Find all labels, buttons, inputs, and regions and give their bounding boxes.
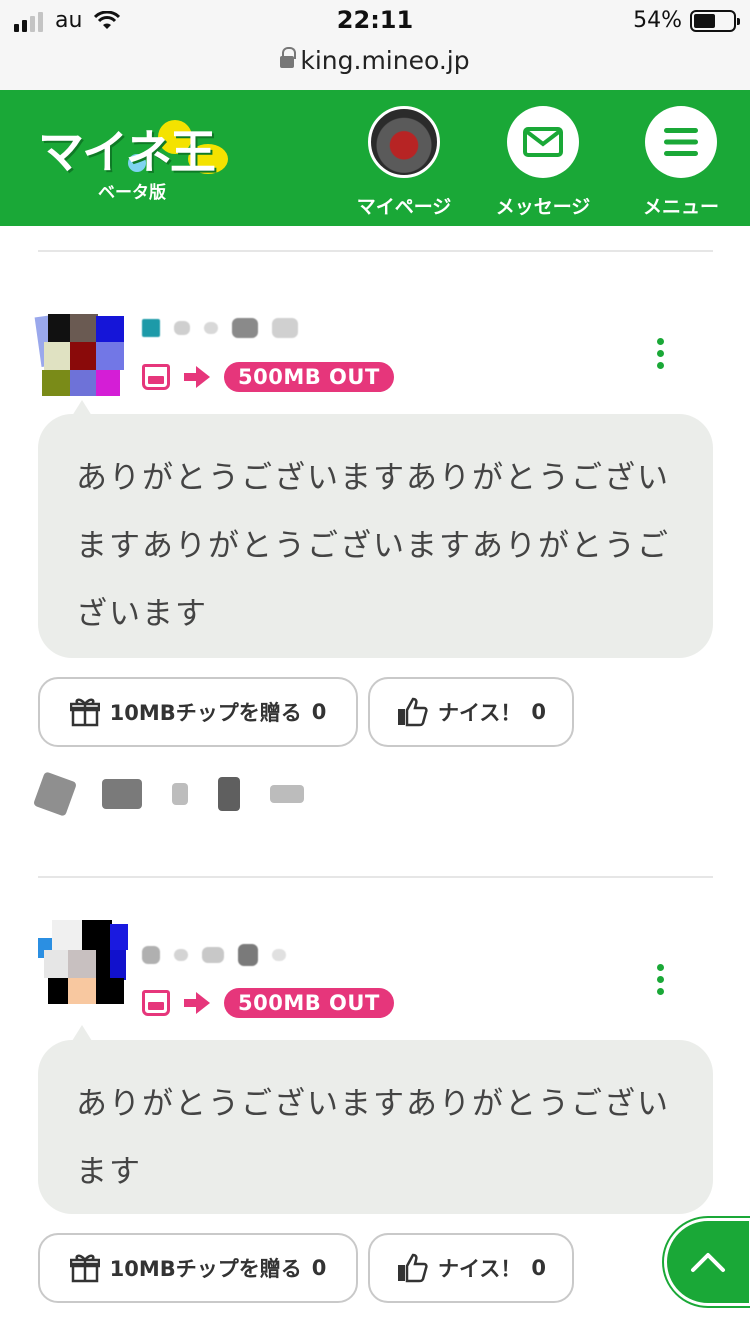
bubble-tail <box>72 1025 92 1041</box>
cup-icon <box>142 990 170 1016</box>
hamburger-icon <box>645 106 717 178</box>
nav-message-label: メッセージ <box>495 196 591 218</box>
nice-label: ナイス！ <box>438 1257 522 1281</box>
nice-count: 0 <box>531 700 546 724</box>
feed-divider <box>38 876 713 878</box>
username-obscured <box>142 318 298 338</box>
gift-row: 500MB OUT <box>142 362 394 392</box>
gift-badge: 500MB OUT <box>224 988 394 1018</box>
nav-menu-label: メニュー <box>642 196 719 218</box>
gift-icon <box>69 1254 100 1283</box>
user-avatar <box>368 106 440 178</box>
tip-count: 0 <box>311 1256 327 1280</box>
arrow-right-icon <box>184 990 210 1016</box>
chevron-up-icon <box>691 1253 725 1272</box>
cup-icon <box>142 364 170 390</box>
message-text: ありがとうございますありがとうございますありがとうございますありがとうございます <box>76 460 670 632</box>
tip-label: 10MBチップを贈る <box>109 701 302 725</box>
envelope-icon <box>507 106 579 178</box>
lock-icon <box>280 47 297 70</box>
status-bar: au 22:11 54% king.mineo.jp <box>0 0 750 90</box>
user-avatar-mosaic[interactable] <box>34 314 130 398</box>
site-header: マイネ王 ベータ版 マイページ メッセージ メニュー <box>0 90 750 226</box>
tip-button[interactable]: 10MBチップを贈る 0 <box>38 677 358 747</box>
more-options-icon[interactable] <box>654 338 666 369</box>
message-text: ありがとうございますありがとうございます <box>76 1086 670 1190</box>
nice-label: ナイス！ <box>438 701 522 725</box>
user-avatar-mosaic[interactable] <box>38 920 130 1004</box>
gift-row: 500MB OUT <box>142 988 394 1018</box>
gift-badge: 500MB OUT <box>224 362 394 392</box>
nice-button[interactable]: ナイス！ 0 <box>368 677 574 747</box>
battery-icon <box>690 9 740 32</box>
nice-users-obscured <box>32 771 304 817</box>
thumbs-up-icon <box>398 1253 428 1283</box>
tip-button[interactable]: 10MBチップを贈る 0 <box>38 1233 358 1303</box>
thumbs-up-icon <box>398 697 428 727</box>
message-bubble: ありがとうございますありがとうございますありがとうございますありがとうございます <box>38 414 713 658</box>
username-obscured <box>142 944 286 966</box>
url-text: king.mineo.jp <box>300 45 470 75</box>
feed-divider <box>38 250 713 252</box>
nav-mypage[interactable]: マイページ <box>349 106 459 219</box>
gift-icon <box>69 698 100 727</box>
nice-count: 0 <box>531 1256 546 1280</box>
logo-text: マイネ王 <box>38 125 216 179</box>
tip-label: 10MBチップを贈る <box>109 1257 302 1281</box>
battery-percent: 54% <box>633 8 682 33</box>
message-bubble: ありがとうございますありがとうございます <box>38 1040 713 1214</box>
url-bar[interactable]: king.mineo.jp <box>0 40 750 80</box>
nice-button[interactable]: ナイス！ 0 <box>368 1233 574 1303</box>
nav-mypage-label: マイページ <box>356 196 452 218</box>
tip-count: 0 <box>311 700 327 724</box>
status-right: 54% <box>633 8 740 33</box>
nav-menu[interactable]: メニュー <box>626 106 736 219</box>
logo-subtitle: ベータ版 <box>98 183 166 203</box>
scroll-to-top-button[interactable] <box>664 1218 750 1306</box>
nav-message[interactable]: メッセージ <box>488 106 598 219</box>
site-logo[interactable]: マイネ王 ベータ版 <box>38 116 238 203</box>
arrow-right-icon <box>184 364 210 390</box>
more-options-icon[interactable] <box>654 964 666 995</box>
